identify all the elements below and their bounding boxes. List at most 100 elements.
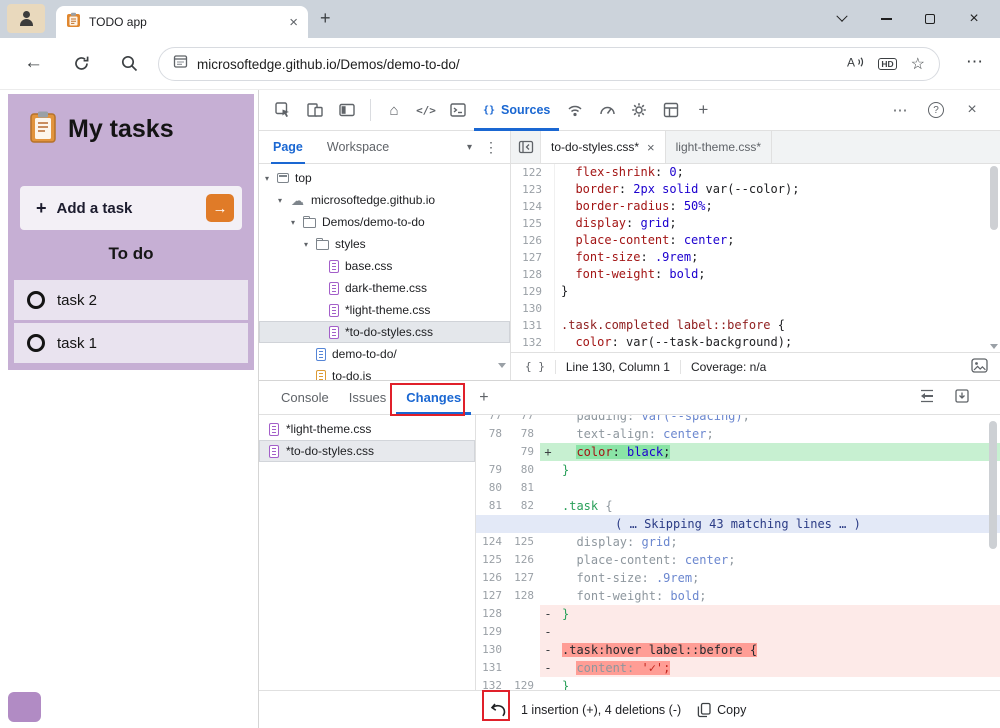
format-code-button[interactable]: { } — [523, 360, 555, 373]
tree-item-to-do.js[interactable]: to-do.js — [259, 365, 510, 380]
new-line-number: 80 — [508, 461, 540, 479]
changed-file-item[interactable]: *light-theme.css — [259, 418, 475, 440]
tab-page[interactable]: Page — [271, 131, 305, 164]
expander-icon[interactable]: ▾ — [304, 240, 316, 249]
scrollbar-thumb[interactable] — [990, 166, 998, 230]
dock-layout-icon[interactable] — [332, 95, 362, 125]
tree-item-to-do-styles.css[interactable]: *to-do-styles.css — [259, 321, 510, 343]
favorites-star-icon[interactable]: ☆ — [911, 54, 925, 74]
tree-item-styles[interactable]: ▾styles — [259, 233, 510, 255]
tab-workspace[interactable]: Workspace — [325, 131, 391, 164]
close-devtools-icon[interactable]: × — [957, 95, 987, 125]
application-icon[interactable] — [656, 95, 686, 125]
toggle-navigator-icon[interactable] — [511, 131, 541, 163]
drawer-tab-console[interactable]: Console — [271, 381, 339, 415]
diff-view[interactable]: 7777 padding: var(--spacing);7878 text-a… — [476, 415, 1000, 690]
theme-corner-button[interactable] — [8, 692, 41, 722]
profile-avatar-button[interactable] — [7, 4, 45, 33]
todo-task-item[interactable]: task 2 — [14, 280, 248, 320]
tab-sources[interactable]: {} Sources — [474, 90, 559, 131]
scroll-down-icon[interactable] — [990, 344, 998, 349]
editor-scrollbar[interactable] — [988, 164, 1000, 352]
task-checkbox[interactable] — [27, 334, 45, 352]
add-task-button[interactable]: + Add a task → — [20, 186, 242, 230]
tree-item-microsoftedge.github.io[interactable]: ▾☁microsoftedge.github.io — [259, 189, 510, 211]
code-token: ; — [670, 535, 677, 549]
back-button[interactable]: ← — [24, 52, 43, 74]
tree-item-Demosdemo-to-do[interactable]: ▾Demos/demo-to-do — [259, 211, 510, 233]
code-line: 124 border-radius: 50%; — [511, 198, 988, 215]
close-window-button[interactable]: × — [952, 0, 996, 38]
add-drawer-tab-icon[interactable]: + — [479, 389, 488, 407]
image-icon[interactable] — [971, 358, 988, 376]
navigator-menu-icon[interactable]: ⋮ — [484, 139, 498, 156]
elements-tab-icon[interactable]: </> — [411, 95, 441, 125]
device-emulation-icon[interactable] — [300, 95, 330, 125]
tree-item-demo-to-do[interactable]: demo-to-do/ — [259, 343, 510, 365]
code-token — [561, 250, 575, 264]
skip-text: ( … Skipping 43 matching lines … ) — [615, 515, 861, 533]
close-tab-icon[interactable]: × — [647, 140, 655, 155]
new-tab-button[interactable]: + — [320, 8, 331, 29]
copy-button[interactable]: Copy — [697, 702, 746, 718]
scroll-down-icon[interactable] — [498, 363, 506, 368]
expander-icon[interactable]: ▾ — [291, 218, 303, 227]
gear-icon[interactable] — [624, 95, 654, 125]
code-token — [562, 427, 576, 441]
code-line: 122 flex-shrink: 0; — [511, 164, 988, 181]
search-icon[interactable] — [120, 54, 139, 78]
old-line-number: 81 — [476, 497, 508, 515]
scrollbar-thumb[interactable] — [989, 421, 997, 549]
refresh-button[interactable] — [72, 54, 91, 78]
revert-changes-icon[interactable] — [487, 699, 511, 721]
performance-icon[interactable] — [592, 95, 622, 125]
drawer-tab-issues[interactable]: Issues — [339, 381, 397, 415]
editor-tabstrip: to-do-styles.css*×light-theme.css* — [511, 131, 1000, 164]
diff-marker: - — [540, 605, 556, 623]
diff-marker — [540, 479, 556, 497]
welcome-home-icon[interactable]: ⌂ — [379, 95, 409, 125]
editor-tab[interactable]: light-theme.css* — [666, 131, 772, 163]
collapse-lines-icon[interactable] — [918, 388, 936, 407]
devtools-more-icon[interactable]: ⋯ — [885, 95, 915, 125]
minimize-button[interactable] — [864, 0, 908, 38]
drawer-tab-changes[interactable]: Changes — [396, 381, 471, 415]
read-aloud-icon[interactable]: A — [847, 55, 864, 74]
editor-tab[interactable]: to-do-styles.css*× — [541, 131, 666, 163]
code-line: 128 font-weight: bold; — [511, 266, 988, 283]
console-tab-icon[interactable] — [443, 95, 473, 125]
submit-task-arrow-button[interactable]: → — [206, 194, 234, 222]
expander-icon[interactable]: ▾ — [265, 174, 277, 183]
changed-file-item[interactable]: *to-do-styles.css — [259, 440, 475, 462]
line-number: 125 — [511, 215, 555, 232]
hd-badge-icon[interactable]: HD — [878, 58, 896, 71]
browser-menu-icon[interactable]: ⋯ — [966, 52, 984, 72]
code-token: font-weight — [575, 267, 654, 281]
source-editor: to-do-styles.css*×light-theme.css* 122 f… — [511, 131, 1000, 380]
more-tabs-chevron-icon[interactable]: ▾ — [467, 142, 472, 153]
code-text: border: 2px solid var(--color); — [555, 181, 799, 198]
site-info-icon[interactable] — [173, 54, 188, 74]
maximize-button[interactable] — [908, 0, 952, 38]
close-tab-icon[interactable]: × — [289, 14, 298, 31]
expander-icon[interactable]: ▾ — [278, 196, 290, 205]
doc-icon — [316, 348, 326, 361]
add-tool-tab-icon[interactable]: + — [688, 95, 718, 125]
tab-actions-chevron-icon[interactable] — [820, 0, 864, 38]
task-checkbox[interactable] — [27, 291, 45, 309]
code-token: black — [627, 445, 663, 459]
network-icon[interactable] — [560, 95, 590, 125]
dock-drawer-icon[interactable] — [954, 388, 970, 407]
new-line-number: 79 — [508, 443, 540, 461]
todo-task-item[interactable]: task 1 — [14, 323, 248, 363]
code-editor[interactable]: 122 flex-shrink: 0;123 border: 2px solid… — [511, 164, 988, 352]
tree-item-dark-theme.css[interactable]: dark-theme.css — [259, 277, 510, 299]
help-icon[interactable]: ? — [921, 95, 951, 125]
folder-icon — [316, 240, 329, 250]
tree-item-light-theme.css[interactable]: *light-theme.css — [259, 299, 510, 321]
tree-item-base.css[interactable]: base.css — [259, 255, 510, 277]
address-bar[interactable]: microsoftedge.github.io/Demos/demo-to-do… — [158, 47, 940, 81]
browser-tab[interactable]: TODO app × — [56, 6, 308, 38]
inspect-element-icon[interactable] — [268, 95, 298, 125]
tree-item-top[interactable]: ▾top — [259, 167, 510, 189]
